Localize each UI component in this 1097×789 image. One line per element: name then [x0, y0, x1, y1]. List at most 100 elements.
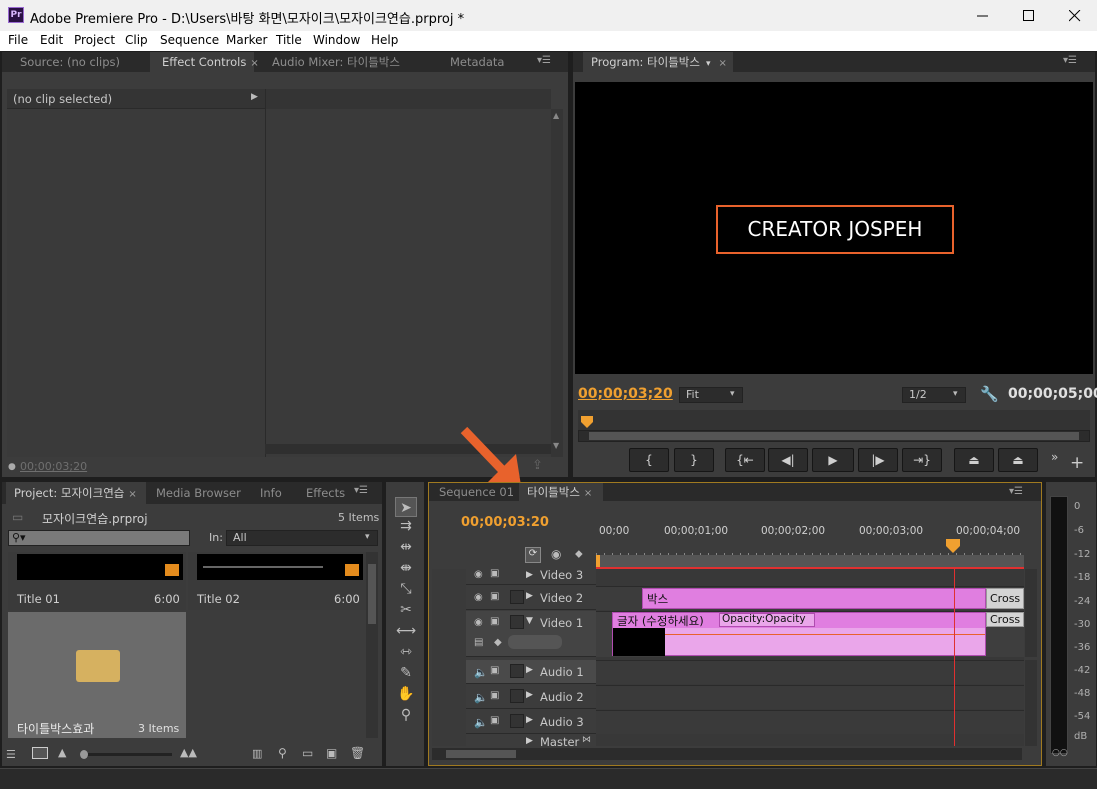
expand-arrow-icon[interactable]: ▶ — [526, 690, 533, 700]
work-area-start[interactable] — [596, 555, 600, 567]
clip-selector[interactable]: (no clip selected) ▶ — [7, 89, 265, 109]
project-item-bin[interactable]: 타이틀박스효과 3 Items — [8, 612, 186, 738]
menu-help[interactable]: Help — [371, 33, 398, 47]
in-filter-dropdown[interactable]: All ▾ — [226, 530, 378, 546]
slide-tool-icon[interactable]: ⇿ — [395, 642, 417, 662]
scroll-down-icon[interactable]: ▼ — [553, 441, 559, 450]
step-forward-button[interactable]: |▶ — [858, 448, 898, 472]
project-item-title01[interactable]: Title 01 6:00 — [8, 552, 186, 610]
tab-sequence01[interactable]: Sequence 01 — [435, 483, 523, 501]
lock-toggle[interactable] — [510, 664, 524, 678]
track-header-video2[interactable]: ◉ ▣ ▶ Video 2 — [466, 586, 596, 610]
close-icon[interactable]: × — [718, 58, 726, 69]
zoom-tool-icon[interactable]: ⚲ — [395, 705, 417, 725]
opacity-rubberband[interactable] — [665, 634, 985, 635]
zoom-slider[interactable] — [80, 750, 172, 759]
menu-clip[interactable]: Clip — [125, 33, 148, 47]
lock-toggle[interactable] — [510, 615, 524, 629]
panel-menu-icon[interactable]: ▾☰ — [1063, 55, 1077, 66]
keyframe-toggle-icon[interactable]: ◆ — [494, 637, 502, 648]
panel-menu-icon[interactable]: ▾☰ — [537, 55, 551, 66]
solo-icon[interactable]: ○○ — [1052, 748, 1068, 758]
extract-button[interactable]: ⏏ — [998, 448, 1038, 472]
wrench-icon[interactable]: 🔧 — [980, 385, 999, 403]
zoom-handle[interactable] — [589, 432, 1079, 440]
expand-arrow-icon[interactable]: ▶ — [526, 665, 533, 675]
work-area-bar[interactable] — [596, 555, 1024, 567]
more-controls-icon[interactable]: » — [1051, 450, 1058, 464]
track-select-tool-icon[interactable]: ⇉ — [395, 516, 417, 536]
video1-clip[interactable]: 글자 (수정하세요) Opacity:Opacity — [612, 612, 986, 656]
video-tracks-scrollbar[interactable] — [1025, 569, 1037, 657]
zoom-out-icon[interactable]: ▲ — [58, 746, 66, 759]
add-button-icon[interactable]: + — [1070, 453, 1084, 473]
track-header-master[interactable]: ▶ Master ⋈ — [466, 735, 596, 746]
zoom-slider-handle[interactable] — [80, 750, 88, 759]
audio-tracks-scrollbar[interactable] — [1025, 660, 1037, 746]
trash-icon[interactable]: 🗑 — [350, 746, 365, 760]
scroll-thumb[interactable] — [446, 750, 516, 758]
opacity-dropdown[interactable]: Opacity:Opacity — [719, 613, 815, 627]
effect-vertical-scrollbar[interactable]: ▲ ▼ — [551, 109, 563, 457]
tab-effect-controls[interactable]: Effect Controls × — [150, 52, 259, 72]
new-item-icon[interactable]: ▣ — [326, 746, 337, 760]
track-header-audio1[interactable]: 🔈 ▣ ▶ Audio 1 — [466, 660, 596, 684]
speaker-icon[interactable]: 🔈 — [474, 666, 488, 679]
icon-view-icon[interactable] — [32, 747, 48, 759]
lift-button[interactable]: ⏏ — [954, 448, 994, 472]
tab-title-box-sequence[interactable]: 타이틀박스 × — [519, 483, 603, 501]
close-button[interactable] — [1051, 0, 1097, 31]
tab-source[interactable]: Source: (no clips) — [10, 52, 150, 72]
tab-audio-mixer[interactable]: Audio Mixer: 타이틀박스 — [264, 52, 440, 72]
mark-out-button[interactable]: } — [674, 448, 714, 472]
track-header-audio3[interactable]: 🔈 ▣ ▶ Audio 3 — [466, 710, 596, 734]
marker-icon[interactable]: ⬥ — [575, 547, 583, 561]
expand-arrow-icon[interactable]: ▶ — [526, 715, 533, 725]
scroll-up-icon[interactable]: ▲ — [553, 111, 559, 120]
close-icon[interactable]: × — [128, 489, 136, 500]
program-time-ruler[interactable] — [578, 410, 1090, 430]
program-current-timecode[interactable]: 00;00;03;20 — [578, 386, 673, 402]
fit-dropdown[interactable]: Fit ▾ — [679, 387, 743, 403]
track-header-video1[interactable]: ◉ ▣ ▼ Video 1 ▤ ◆ — [466, 611, 596, 657]
close-icon[interactable]: × — [584, 488, 592, 499]
expand-arrow-icon[interactable]: ▶ — [526, 736, 533, 746]
maximize-button[interactable] — [1005, 0, 1051, 31]
timeline-timecode[interactable]: 00;00;03:20 — [461, 515, 549, 530]
list-view-icon[interactable]: ☰ — [6, 748, 16, 761]
effect-timecode[interactable]: 00;00;03;20 — [20, 460, 87, 473]
snap-icon[interactable]: ⟳ — [525, 547, 541, 563]
eye-icon[interactable]: ◉ — [474, 592, 483, 603]
resolution-dropdown[interactable]: 1/2 ▾ — [902, 387, 966, 403]
ripple-edit-tool-icon[interactable]: ⇹ — [395, 537, 417, 557]
menu-window[interactable]: Window — [313, 33, 360, 47]
menu-file[interactable]: File — [8, 33, 28, 47]
tab-effects[interactable]: Effects — [296, 482, 348, 504]
speaker-icon[interactable]: 🔈 — [474, 691, 488, 704]
menu-edit[interactable]: Edit — [40, 33, 63, 47]
collapse-arrow-icon[interactable]: ▼ — [526, 616, 533, 626]
hand-tool-icon[interactable]: ✋ — [395, 684, 417, 704]
slip-tool-icon[interactable]: ⟷ — [395, 621, 417, 641]
new-bin-icon[interactable]: ▭ — [302, 746, 313, 760]
video2-transition[interactable]: Cross — [986, 588, 1024, 609]
dropdown-arrow-icon[interactable]: ▾ — [706, 59, 711, 69]
minimize-button[interactable] — [959, 0, 1005, 31]
track-header-audio2[interactable]: 🔈 ▣ ▶ Audio 2 — [466, 685, 596, 709]
program-zoom-scrollbar[interactable] — [578, 430, 1090, 442]
keyframe-icon[interactable]: ◉ — [551, 547, 561, 561]
razor-tool-icon[interactable]: ✂ — [395, 600, 417, 620]
project-vertical-scrollbar[interactable] — [366, 552, 378, 738]
tab-project[interactable]: Project: 모자이크연습 × — [6, 482, 146, 504]
play-button[interactable]: ▶ — [812, 448, 854, 472]
scroll-thumb[interactable] — [368, 564, 376, 624]
lock-toggle[interactable] — [510, 689, 524, 703]
expand-arrow-icon[interactable]: ▶ — [526, 591, 533, 601]
eye-icon[interactable]: ◉ — [474, 617, 483, 628]
panel-menu-icon[interactable]: ▾☰ — [354, 485, 368, 496]
menu-sequence[interactable]: Sequence — [160, 33, 219, 47]
display-style-icon[interactable]: ▤ — [474, 637, 483, 648]
lock-toggle[interactable] — [510, 590, 524, 604]
keyframe-nav[interactable] — [508, 635, 562, 649]
mark-in-button[interactable]: { — [629, 448, 669, 472]
